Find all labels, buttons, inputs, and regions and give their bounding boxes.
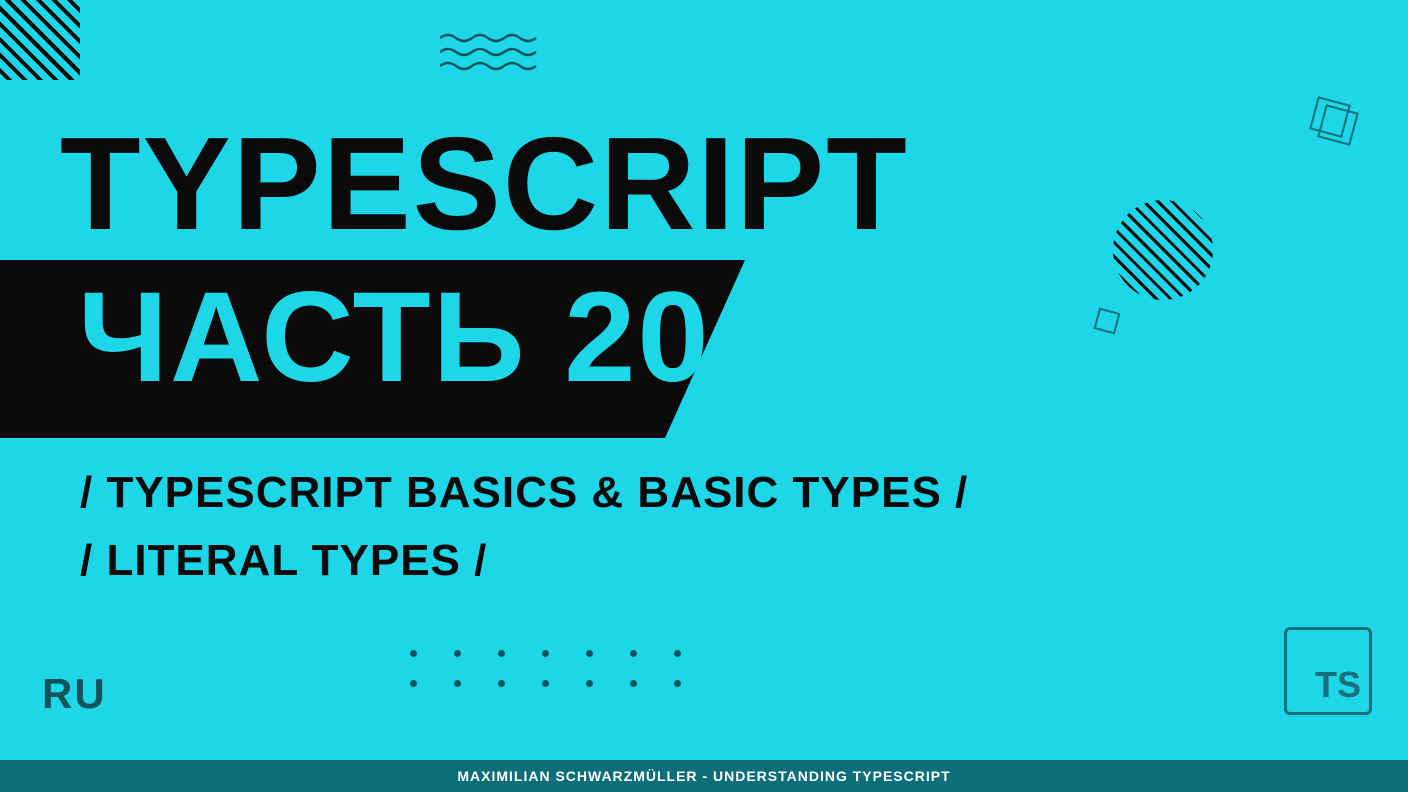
dot-grid-icon: [410, 650, 718, 710]
circle-lines-icon: [1113, 200, 1213, 300]
language-label: RU: [42, 670, 107, 718]
subtitle-line-2: / LITERAL TYPES /: [80, 536, 487, 586]
footer-credit: MAXIMILIAN SCHWARZMÜLLER - UNDERSTANDING…: [0, 760, 1408, 792]
typescript-logo: TS: [1284, 627, 1372, 715]
part-text: ЧАСТЬ 20: [78, 264, 711, 411]
waves-icon: [440, 32, 540, 80]
slide-canvas: TYPESCRIPT ЧАСТЬ 20 / TYPESCRIPT BASICS …: [0, 0, 1408, 760]
logo-text: TS: [1315, 664, 1361, 706]
main-title: TYPESCRIPT: [60, 108, 909, 259]
diagonal-lines-icon: [0, 0, 80, 80]
subtitle-line-1: / TYPESCRIPT BASICS & BASIC TYPES /: [80, 468, 968, 518]
